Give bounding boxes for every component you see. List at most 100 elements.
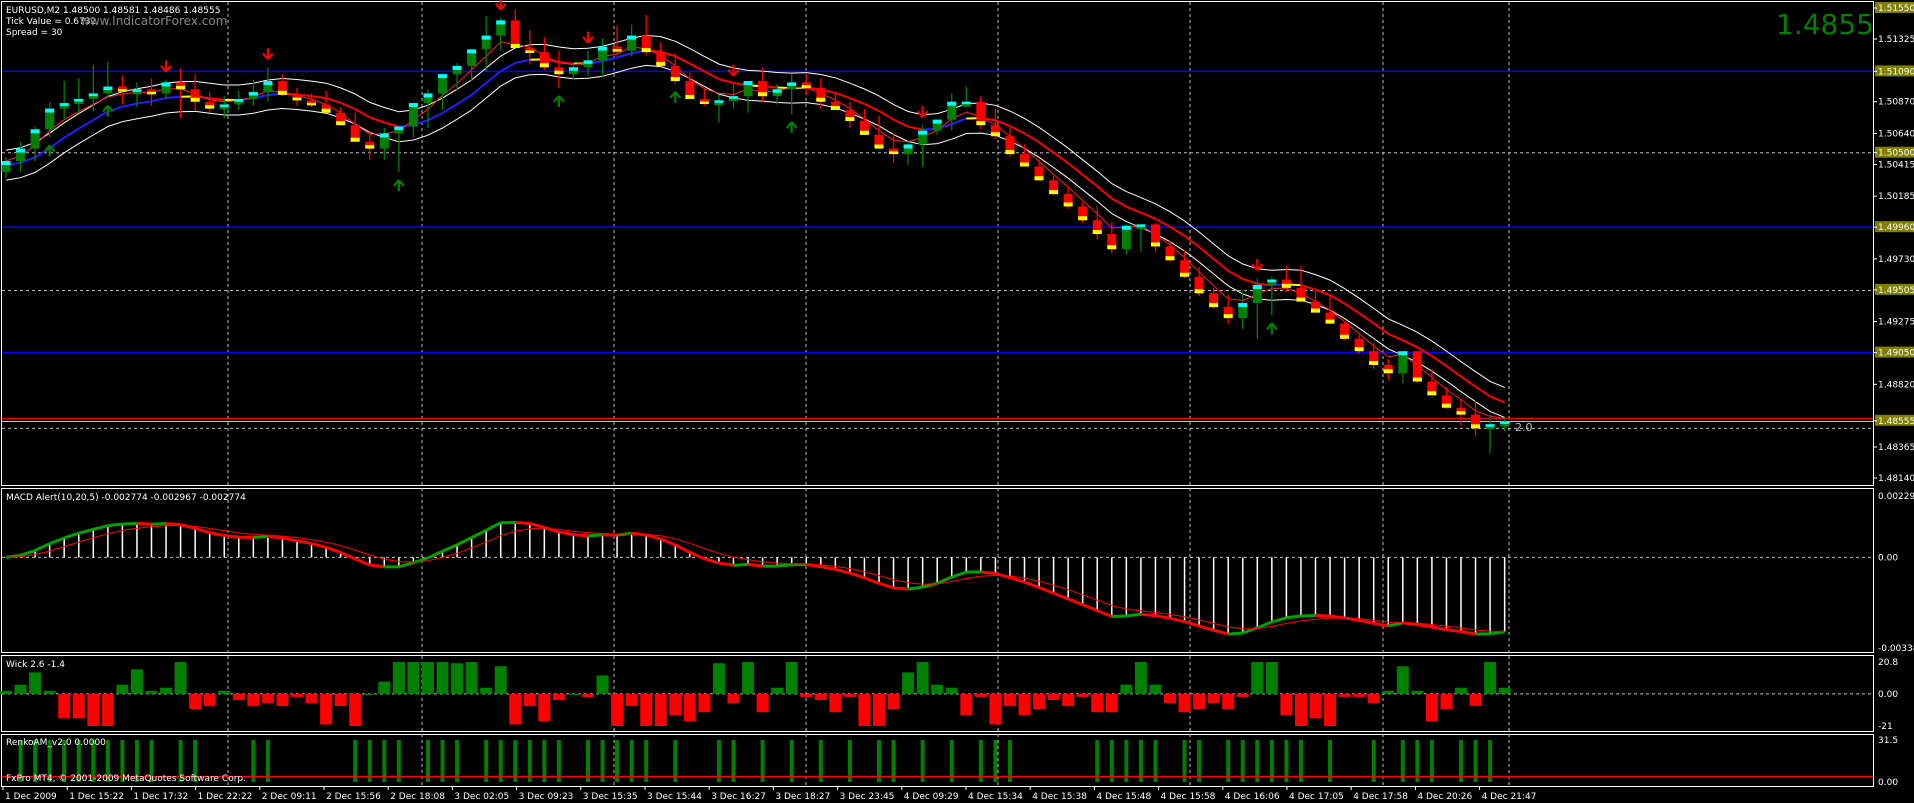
wick-bar — [1396, 666, 1409, 694]
chart-canvas[interactable]: 0.00229 0.00 -0.00338 20.8 0.00 -21 31.5 0.00… — [0, 0, 1914, 803]
candle-cap — [234, 98, 244, 102]
wick-bar — [712, 663, 725, 694]
macd-line-segment — [1489, 630, 1505, 636]
macd-line-segment — [1286, 614, 1302, 620]
wick-bar — [829, 693, 842, 713]
renko-bar — [1298, 740, 1303, 782]
wick-bar — [1134, 662, 1147, 694]
candle-cap — [30, 129, 40, 134]
price-tick-label: 1.50500 — [1878, 149, 1914, 159]
renko-bar — [513, 740, 518, 782]
candle-cap — [889, 151, 899, 155]
wick-bar — [116, 684, 129, 694]
candle-cap — [903, 144, 913, 149]
wick-bar — [931, 684, 944, 694]
candle-cap — [670, 77, 680, 82]
candle-body — [1412, 351, 1422, 382]
wick-bar — [363, 693, 376, 695]
macd-tick-label: 0.00229 — [1878, 492, 1914, 502]
macd-line-segment — [1126, 612, 1142, 618]
candle-cap — [365, 145, 375, 149]
candle-cap — [990, 132, 1000, 137]
candle-cap — [263, 81, 273, 86]
candle-cap — [452, 65, 462, 70]
candle-cap — [539, 63, 549, 68]
wick-bar — [276, 693, 289, 707]
macd-line-segment — [980, 570, 996, 576]
renko-bar — [251, 740, 256, 782]
renko-bar — [1459, 740, 1463, 782]
candle-cap — [1092, 230, 1102, 235]
candle-cap — [45, 108, 55, 113]
time-tick-label: 4 Dec 17:58 — [1353, 792, 1408, 802]
candle-cap — [932, 119, 942, 124]
wick-tick-label: 20.8 — [1878, 658, 1898, 668]
renko-bar — [978, 740, 983, 782]
renko-bar — [1109, 740, 1114, 782]
wick-bar — [669, 693, 682, 716]
wick-bar — [407, 662, 420, 694]
candle-cap — [74, 98, 84, 102]
wick-bar — [1411, 690, 1424, 694]
renko-bar — [920, 740, 925, 782]
candle-cap — [1500, 421, 1510, 424]
wick-bar — [1455, 687, 1467, 694]
wick-bar — [916, 662, 929, 694]
wick-bar — [1469, 693, 1482, 707]
wick-tick-label: 0.00 — [1878, 690, 1898, 700]
candle[interactable] — [1340, 320, 1350, 341]
renko-bar — [455, 740, 460, 782]
macd-line-segment — [907, 585, 923, 591]
wick-bar — [858, 693, 871, 726]
time-tick-label: 3 Dec 16:27 — [711, 792, 766, 802]
candle-cap — [147, 91, 156, 95]
candle[interactable] — [1412, 351, 1422, 383]
price-tick-label: 1.51090 — [1878, 67, 1914, 77]
wick-bar — [1003, 693, 1016, 707]
candle-cap — [1121, 225, 1131, 230]
wick-bar — [640, 693, 653, 726]
macd-line-segment — [1140, 612, 1156, 618]
time-tick-label: 4 Dec 09:29 — [904, 792, 959, 802]
candle-cap — [656, 61, 666, 66]
candle-cap — [1369, 360, 1379, 365]
candle-cap — [583, 60, 593, 64]
wick-bar — [1105, 693, 1118, 713]
candle-cap — [59, 103, 69, 106]
candle-cap — [1427, 391, 1437, 396]
time-tick-label: 2 Dec 18:08 — [390, 792, 445, 802]
wick-bar — [1265, 662, 1278, 694]
wick-bar — [1018, 693, 1031, 716]
time-tick-label: 4 Dec 21:47 — [1482, 792, 1537, 802]
time-tick-label: 3 Dec 09:23 — [519, 792, 574, 802]
candle-cap — [467, 49, 477, 54]
candle-cap — [961, 101, 971, 105]
wick-bar — [29, 672, 42, 694]
wick-bar — [392, 662, 405, 694]
candle-cap — [350, 137, 360, 142]
wick-bar — [596, 675, 609, 694]
candle-cap — [598, 46, 608, 51]
macd-line-segment — [747, 562, 763, 568]
candle-cap — [1063, 202, 1073, 207]
wick-bar — [58, 693, 71, 719]
candle-cap — [554, 70, 564, 75]
candle-cap — [1354, 347, 1364, 352]
wick-bar — [814, 693, 827, 700]
wick-bar — [1309, 693, 1322, 719]
renko-bar — [586, 740, 590, 782]
wick-bar — [1440, 693, 1453, 710]
candle-cap — [1049, 190, 1059, 195]
macd-line-segment — [587, 533, 603, 538]
candle-cap — [845, 117, 855, 122]
wick-bar — [1207, 693, 1220, 704]
wick-bar — [378, 681, 391, 694]
candle-cap — [772, 89, 782, 93]
renko-bar — [265, 740, 270, 782]
renko-bar — [353, 740, 358, 782]
wick-bar — [625, 693, 638, 707]
wick-bar — [130, 669, 143, 694]
price-tick-label: 1.51325 — [1878, 35, 1914, 45]
time-tick-label: 1 Dec 2009 — [5, 792, 57, 802]
wick-bar — [523, 693, 536, 707]
